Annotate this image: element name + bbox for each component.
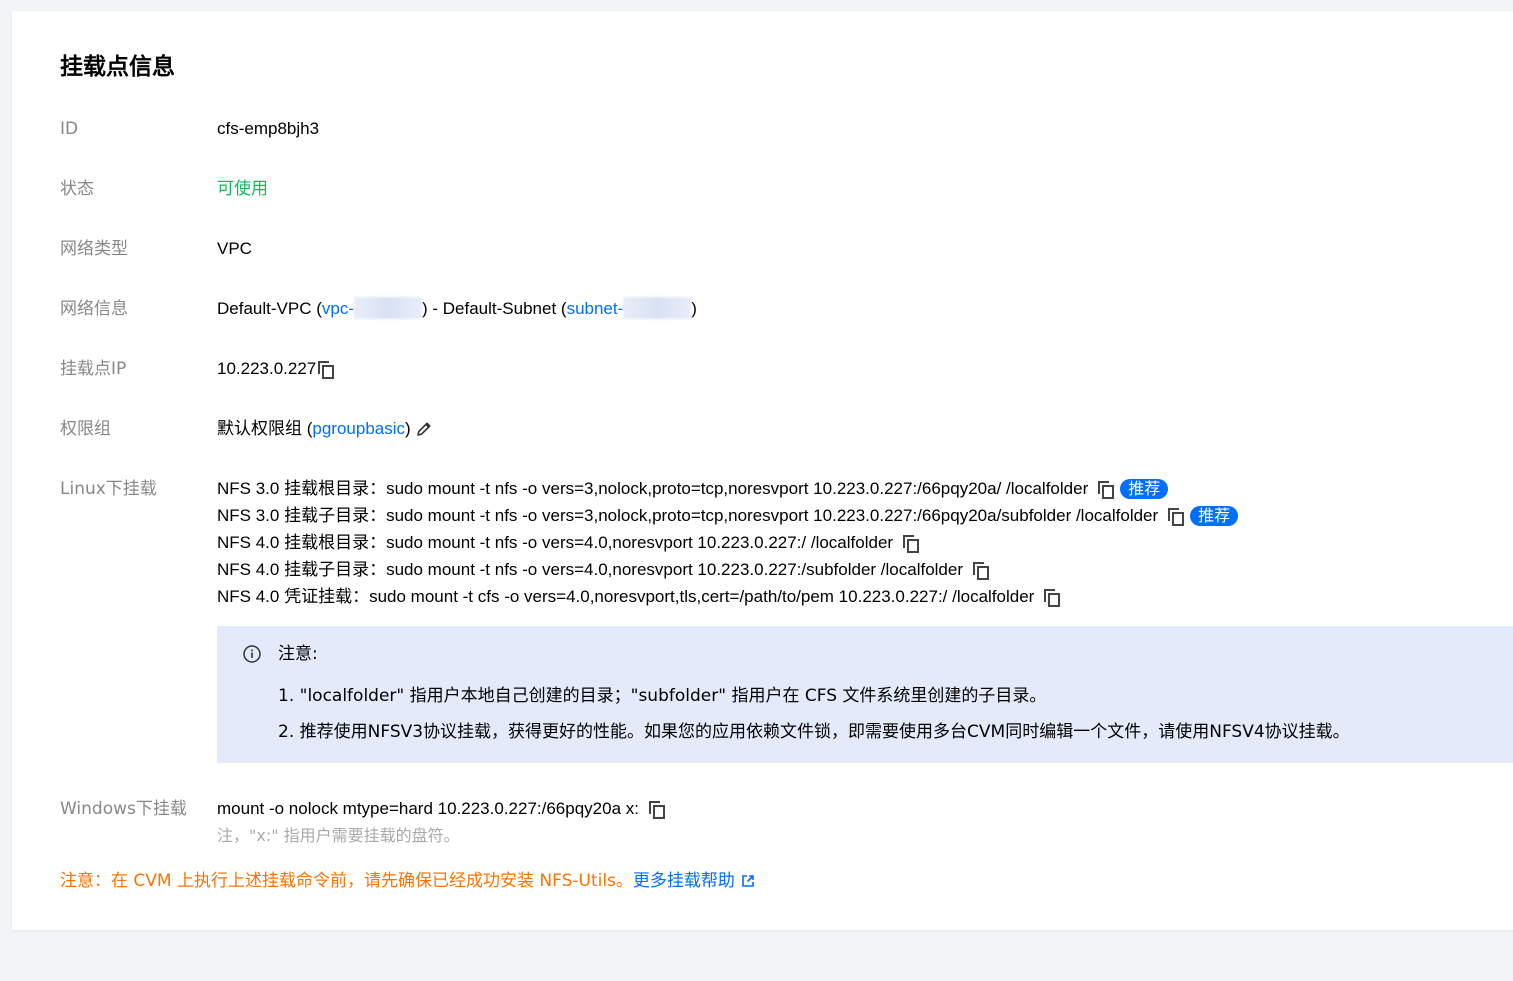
list-item: NFS 3.0 挂载根目录：sudo mount -t nfs -o vers=… [217, 475, 1238, 502]
recommend-badge: 推荐 [1190, 506, 1239, 526]
value-mount-ip: 10.223.0.227 [217, 357, 335, 381]
copy-icon[interactable] [973, 562, 989, 580]
label-mount-ip: 挂载点IP [60, 359, 127, 379]
list-item: NFS 4.0 凭证挂载：sudo mount -t cfs -o vers=4… [217, 583, 1238, 610]
value-network-info: Default-VPC (vpc- ) - Default-Subnet (sub… [217, 297, 697, 321]
warning-text: 注意：在 CVM 上执行上述挂载命令前，请先确保已经成功安装 NFS-Utils… [60, 871, 633, 891]
linux-command-text: NFS 4.0 挂载根目录：sudo mount -t nfs -o vers=… [217, 533, 894, 552]
copy-icon[interactable] [903, 535, 920, 553]
label-id: ID [60, 119, 79, 139]
subnet-close: ) [691, 299, 697, 318]
label-status: 状态 [60, 179, 94, 199]
permission-group-link[interactable]: pgroupbasic [312, 419, 405, 438]
linux-command-text: NFS 4.0 挂载子目录：sudo mount -t nfs -o vers=… [217, 560, 963, 579]
info-icon [243, 645, 261, 663]
subnet-id-redacted [623, 297, 692, 319]
subnet-link[interactable]: subnet- [567, 299, 624, 318]
linux-command-text: NFS 3.0 挂载根目录：sudo mount -t nfs -o vers=… [217, 479, 1089, 498]
label-network-type: 网络类型 [60, 239, 128, 259]
copy-icon[interactable] [318, 361, 335, 379]
label-network-info: 网络信息 [60, 299, 128, 319]
subnet-name: ) - Default-Subnet ( [422, 299, 567, 318]
label-linux-mount: Linux下挂载 [60, 479, 157, 499]
mount-ip-text: 10.223.0.227 [217, 359, 317, 378]
list-item: NFS 4.0 挂载子目录：sudo mount -t nfs -o vers=… [217, 556, 1238, 583]
copy-icon[interactable] [1098, 481, 1115, 499]
linux-command-text: NFS 3.0 挂载子目录：sudo mount -t nfs -o vers=… [217, 506, 1159, 525]
linux-command-list: NFS 3.0 挂载根目录：sudo mount -t nfs -o vers=… [217, 475, 1239, 610]
windows-command-text: mount -o nolock mtype=hard 10.223.0.227:… [217, 799, 639, 818]
notice-title: 注意: [278, 644, 318, 664]
value-id: cfs-emp8bjh3 [217, 119, 320, 138]
mount-point-info-card: 挂载点信息 ID cfs-emp8bjh3 状态 可使用 网络类型 VPC 网络… [12, 11, 1513, 930]
external-link-icon[interactable] [741, 874, 755, 888]
value-windows-mount: mount -o nolock mtype=hard 10.223.0.227:… [217, 797, 665, 848]
windows-mount-hint: 注，"x:" 指用户需要挂载的盘符。 [217, 826, 460, 845]
install-warning: 注意：在 CVM 上执行上述挂载命令前，请先确保已经成功安装 NFS-Utils… [60, 869, 755, 893]
value-permission-group: 默认权限组 (pgroupbasic) [217, 417, 433, 441]
pencil-icon[interactable] [415, 420, 433, 438]
notice-box: 注意: 1. "localfolder" 指用户本地自己创建的目录；"subfo… [217, 626, 1513, 763]
copy-icon[interactable] [648, 801, 665, 819]
linux-command-text: NFS 4.0 凭证挂载：sudo mount -t cfs -o vers=4… [217, 587, 1035, 606]
list-item: NFS 4.0 挂载根目录：sudo mount -t nfs -o vers=… [217, 529, 1238, 556]
status-badge: 可使用 [217, 179, 268, 198]
notice-item: 1. "localfolder" 指用户本地自己创建的目录；"subfolder… [278, 686, 1047, 706]
permission-group-name: 默认权限组 ( [217, 419, 313, 438]
list-item: NFS 3.0 挂载子目录：sudo mount -t nfs -o vers=… [217, 502, 1239, 529]
mount-help-link[interactable]: 更多挂载帮助 [633, 871, 735, 891]
recommend-badge: 推荐 [1120, 479, 1169, 499]
label-windows-mount: Windows下挂载 [60, 799, 187, 819]
vpc-name: Default-VPC ( [217, 299, 322, 318]
copy-icon[interactable] [1044, 589, 1061, 607]
label-permission-group: 权限组 [60, 419, 111, 439]
vpc-link[interactable]: vpc- [322, 299, 354, 318]
vpc-id-redacted [354, 297, 422, 319]
notice-item: 2. 推荐使用NFSV3协议挂载，获得更好的性能。如果您的应用依赖文件锁，即需要… [278, 722, 1350, 742]
permission-group-close: ) [405, 419, 411, 438]
value-network-type: VPC [217, 239, 252, 258]
copy-icon[interactable] [1168, 508, 1185, 526]
page-title: 挂载点信息 [60, 54, 175, 80]
